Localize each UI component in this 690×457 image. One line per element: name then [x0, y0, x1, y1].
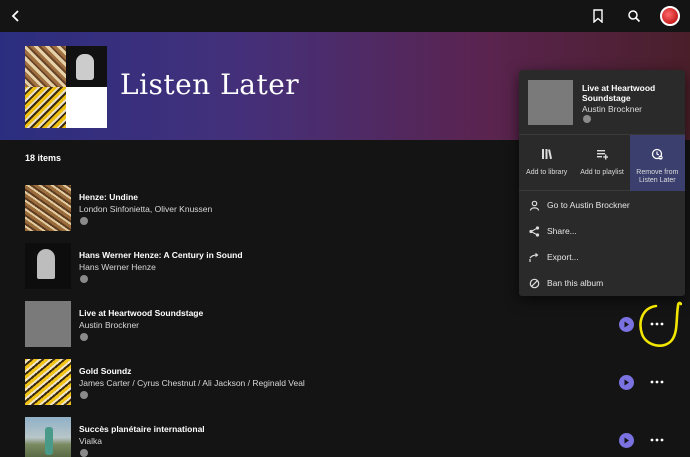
album-title: Live at Heartwood Soundstage	[79, 308, 204, 318]
remove-from-listen-later-button[interactable]: Remove from Listen Later	[629, 135, 685, 191]
play-button[interactable]	[619, 433, 634, 448]
context-menu: Live at Heartwood Soundstage Austin Broc…	[519, 70, 685, 296]
action-label: Remove from Listen Later	[636, 169, 679, 184]
play-icon	[624, 437, 629, 444]
album-art	[25, 185, 71, 231]
album-artist: Hans Werner Henze	[79, 262, 156, 272]
playlist-cover-collage	[25, 46, 107, 128]
cover-tile	[25, 46, 66, 87]
source-badge-icon	[80, 391, 88, 399]
avatar[interactable]	[658, 4, 682, 28]
ban-icon	[528, 277, 540, 289]
cover-tile	[66, 46, 107, 87]
more-options-button[interactable]	[648, 373, 666, 391]
play-button[interactable]	[619, 317, 634, 332]
album-artist: London Sinfonietta, Oliver Knussen	[79, 204, 213, 214]
more-options-button[interactable]	[648, 431, 666, 449]
source-badge-icon	[583, 115, 591, 123]
play-button[interactable]	[619, 375, 634, 390]
album-row[interactable]: Succès planétaire international Vialka	[0, 417, 690, 457]
chevron-left-icon[interactable]	[4, 4, 28, 28]
menu-item-label: Ban this album	[547, 278, 604, 288]
album-artist: James Carter / Cyrus Chestnut / Ali Jack…	[79, 378, 305, 388]
add-to-library-button[interactable]: Add to library	[519, 135, 574, 191]
more-dots-icon	[650, 380, 664, 384]
menu-item-label: Go to Austin Brockner	[547, 200, 630, 210]
library-icon	[541, 147, 553, 165]
menu-album-artist: Austin Brockner	[582, 104, 642, 114]
play-icon	[624, 379, 629, 386]
menu-album-title: Live at Heartwood Soundstage	[582, 83, 656, 103]
bookmark-icon[interactable]	[586, 4, 610, 28]
playlist-add-icon	[596, 147, 609, 165]
menu-item-go-to-artist[interactable]: Go to Austin Brockner	[519, 192, 685, 218]
menu-item-export[interactable]: Export...	[519, 244, 685, 270]
album-title: Henze: Undine	[79, 192, 139, 202]
menu-item-label: Share...	[547, 226, 577, 236]
clock-remove-icon	[651, 147, 663, 165]
more-dots-icon	[650, 322, 664, 326]
album-title: Gold Soundz	[79, 366, 132, 376]
menu-action-row: Add to library Add to playlist Remove fr…	[519, 134, 685, 191]
export-icon	[528, 251, 540, 263]
share-icon	[528, 225, 540, 237]
page-title: Listen Later	[120, 68, 300, 101]
source-badge-icon	[80, 449, 88, 457]
menu-item-ban-album[interactable]: Ban this album	[519, 270, 685, 296]
album-art	[25, 301, 71, 347]
play-icon	[624, 321, 629, 328]
action-label: Add to library	[526, 169, 568, 176]
item-count: 18 items	[25, 153, 62, 163]
cover-tile	[25, 87, 66, 128]
action-label: Add to playlist	[580, 169, 624, 176]
album-row[interactable]: Live at Heartwood Soundstage Austin Broc…	[0, 301, 690, 353]
context-menu-header: Live at Heartwood Soundstage Austin Broc…	[519, 70, 685, 133]
album-title: Succès planétaire international	[79, 424, 205, 434]
add-to-playlist-button[interactable]: Add to playlist	[574, 135, 629, 191]
more-options-button[interactable]	[648, 315, 666, 333]
more-dots-icon	[650, 438, 664, 442]
person-icon	[528, 199, 540, 211]
source-badge-icon	[80, 275, 88, 283]
cover-tile	[66, 87, 107, 128]
menu-item-label: Export...	[547, 252, 579, 262]
album-art	[25, 359, 71, 405]
album-title: Hans Werner Henze: A Century in Sound	[79, 250, 243, 260]
album-art	[25, 243, 71, 289]
top-bar	[0, 0, 690, 32]
search-icon[interactable]	[622, 4, 646, 28]
album-row[interactable]: Gold Soundz James Carter / Cyrus Chestnu…	[0, 359, 690, 411]
source-badge-icon	[80, 333, 88, 341]
album-artist: Austin Brockner	[79, 320, 139, 330]
album-art	[25, 417, 71, 457]
album-artist: Vialka	[79, 436, 102, 446]
source-badge-icon	[80, 217, 88, 225]
album-art	[528, 80, 573, 125]
menu-item-share[interactable]: Share...	[519, 218, 685, 244]
